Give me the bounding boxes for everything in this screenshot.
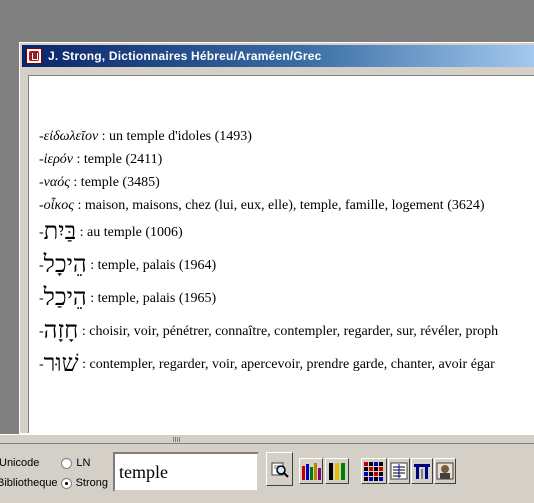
columns-button[interactable] — [411, 458, 433, 484]
text-view-button[interactable] — [388, 458, 410, 484]
encoding-ln-radio[interactable] — [61, 457, 73, 469]
library-strong-radio[interactable] — [60, 477, 72, 489]
result-entry[interactable]: -שׁוּר : contempler, regarder, voir, ape… — [39, 352, 495, 376]
splitter-bar[interactable] — [0, 434, 534, 444]
search-button[interactable] — [266, 452, 293, 486]
portrait-icon — [436, 462, 454, 480]
title-bar[interactable]: J. Strong, Dictionnaires Hébreu/Araméen/… — [22, 45, 534, 67]
entry-definition: : temple (3485) — [69, 175, 160, 190]
entry-definition: : au temple (1006) — [76, 225, 183, 240]
result-entry[interactable]: -οἶκος : maison, maisons, chez (lui, eux… — [39, 198, 485, 214]
columns-icon — [413, 462, 431, 480]
entry-definition: : temple, palais (1964) — [86, 258, 217, 273]
search-icon — [271, 460, 289, 478]
books-button[interactable] — [325, 458, 349, 484]
window-title: J. Strong, Dictionnaires Hébreu/Araméen/… — [48, 49, 322, 63]
result-entry[interactable]: -חָזָה : choisir, voir, pénétrer, connaî… — [39, 319, 498, 343]
entry-definition: : choisir, voir, pénétrer, connaître, co… — [78, 324, 499, 339]
entry-term[interactable]: בַּיִת — [44, 219, 77, 245]
entry-term[interactable]: ναός — [44, 175, 70, 190]
entry-definition: : un temple d'idoles (1493) — [98, 129, 252, 144]
encoding-ln-label[interactable]: LN — [76, 457, 90, 469]
result-entry[interactable]: -εἰδωλεῖον : un temple d'idoles (1493) — [39, 129, 252, 145]
text-lines-icon — [390, 462, 408, 480]
entry-term[interactable]: εἰδωλεῖον — [44, 129, 98, 144]
entry-term[interactable]: חָזָה — [44, 318, 79, 344]
entry-definition: : maison, maisons, chez (lui, eux, elle)… — [73, 198, 485, 213]
entry-term[interactable]: οἶκος — [44, 198, 74, 213]
bottom-toolbar: Unicode LN Bibliotheque Strong — [0, 444, 534, 503]
entry-definition: : temple (2411) — [73, 152, 163, 167]
entry-term[interactable]: הֵיכַל — [44, 285, 87, 311]
entry-definition: : contempler, regarder, voir, apercevoir… — [78, 357, 495, 372]
library-button[interactable] — [299, 458, 323, 484]
entry-term[interactable]: שׁוּר — [44, 351, 79, 377]
portrait-button[interactable] — [434, 458, 456, 484]
grid-button[interactable] — [361, 458, 387, 484]
result-entry[interactable]: -הֵיכַל : temple, palais (1965) — [39, 286, 216, 310]
dictionary-window: J. Strong, Dictionnaires Hébreu/Araméen/… — [19, 42, 534, 434]
books-icon — [327, 462, 347, 480]
bookshelf-icon — [301, 462, 321, 480]
results-pane: -εἰδωλεῖον : un temple d'idoles (1493) -ἱ… — [28, 75, 534, 433]
result-entry[interactable]: -בַּיִת : au temple (1006) — [39, 220, 183, 244]
search-input[interactable] — [113, 452, 259, 492]
result-entry[interactable]: -ναός : temple (3485) — [39, 175, 160, 191]
encoding-label: Unicode — [0, 457, 40, 469]
result-entry[interactable]: -ἱερόν : temple (2411) — [39, 152, 162, 168]
splitter-grip[interactable] — [173, 437, 181, 442]
library-label: Bibliotheque — [0, 477, 58, 489]
encoding-group: Unicode LN — [0, 457, 90, 469]
grid-icon — [364, 462, 384, 481]
library-group: Bibliotheque Strong — [0, 477, 108, 489]
entry-term[interactable]: ἱερόν — [44, 152, 73, 167]
result-entry[interactable]: -הֵיכָל : temple, palais (1964) — [39, 253, 216, 277]
entry-definition: : temple, palais (1965) — [86, 291, 217, 306]
entry-term[interactable]: הֵיכָל — [44, 252, 87, 278]
app-icon[interactable] — [26, 48, 42, 64]
library-strong-label[interactable]: Strong — [76, 477, 108, 489]
